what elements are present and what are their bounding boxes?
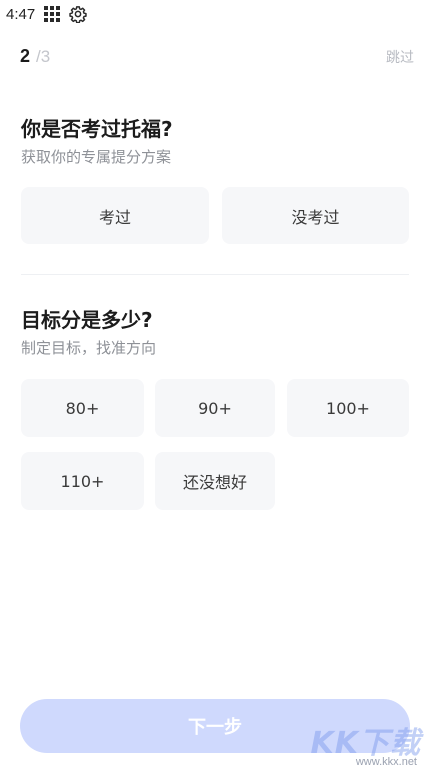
score-option-110-button[interactable]: 110+	[21, 452, 144, 510]
question1-subtitle: 获取你的专属提分方案	[21, 148, 172, 166]
score-option-undecided-button[interactable]: 还没想好	[155, 452, 275, 510]
option-taken-button[interactable]: 考过	[21, 187, 209, 244]
score-option-80-button[interactable]: 80+	[21, 379, 144, 437]
divider	[21, 274, 409, 275]
question2-subtitle: 制定目标，找准方向	[21, 339, 157, 357]
option-not-taken-button[interactable]: 没考过	[222, 187, 409, 244]
question2-title: 目标分是多少?	[21, 308, 153, 332]
status-time: 4:47	[6, 5, 36, 23]
score-option-100-button[interactable]: 100+	[287, 379, 409, 437]
gear-icon	[69, 5, 87, 24]
app-grid-icon	[43, 5, 61, 23]
watermark-url: www.kkx.net	[355, 756, 417, 768]
step-indicator: 2 /3	[20, 46, 50, 67]
watermark: KK下载 www.kkx.net	[305, 718, 425, 770]
question1-title: 你是否考过托福?	[21, 117, 173, 141]
step-current: 2	[20, 46, 31, 66]
step-total: /3	[36, 47, 51, 66]
skip-button[interactable]: 跳过	[386, 47, 414, 67]
score-option-90-button[interactable]: 90+	[155, 379, 275, 437]
status-bar: 4:47	[0, 0, 431, 28]
